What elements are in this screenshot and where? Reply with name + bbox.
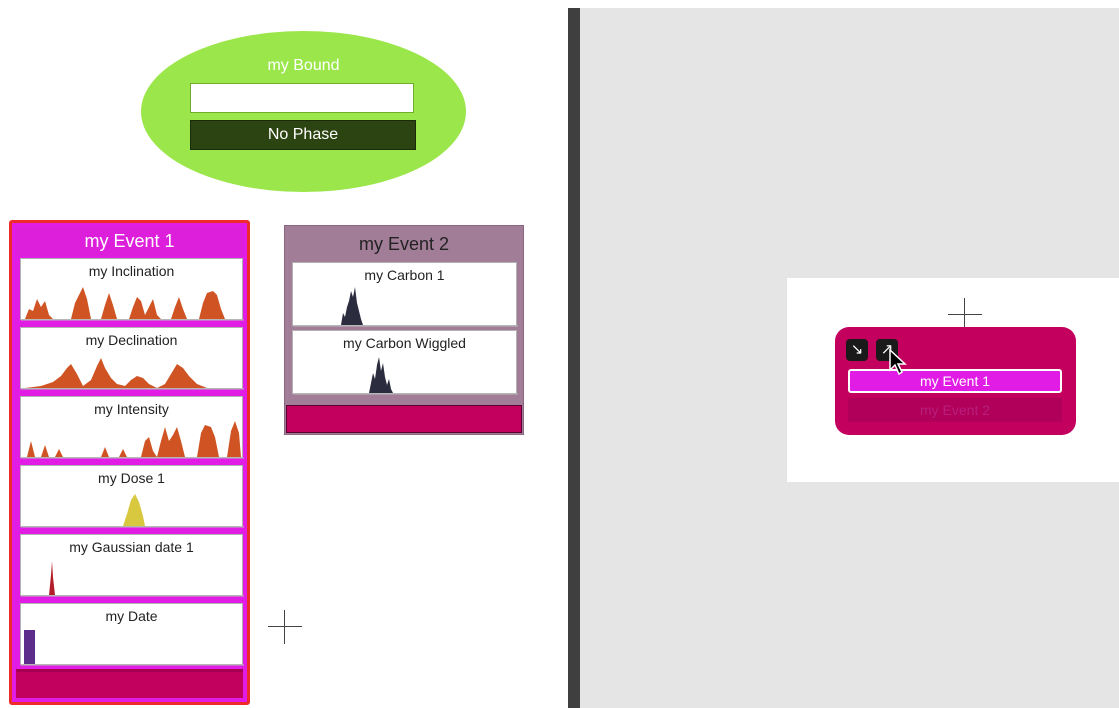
overview-item-event-2[interactable]: my Event 2 (848, 398, 1062, 422)
event-2-title: my Event 2 (358, 234, 450, 254)
bound-value-input[interactable] (190, 83, 414, 113)
density-plot (293, 287, 518, 327)
bound-title: my Bound (267, 57, 340, 74)
overview-item-event-1[interactable]: my Event 1 (848, 369, 1062, 393)
date-gaussian-1[interactable]: my Gaussian date 1 (20, 534, 244, 597)
splitter[interactable] (568, 8, 580, 708)
event-2-footer[interactable] (286, 405, 522, 433)
event-1-title: my Event 1 (16, 226, 243, 256)
date-intensity[interactable]: my Intensity (20, 396, 244, 459)
density-plot (21, 358, 244, 390)
bound-item[interactable]: my Bound No Phase (141, 31, 466, 192)
date-my-date[interactable]: my Date (20, 603, 244, 666)
density-plot (21, 494, 244, 528)
date-dose-1[interactable]: my Dose 1 (20, 465, 244, 528)
date-carbon-wiggled[interactable]: my Carbon Wiggled (292, 330, 518, 395)
mouse-cursor-icon (889, 348, 907, 376)
date-carbon-1[interactable]: my Carbon 1 (292, 262, 518, 327)
overview-event-card[interactable]: ↘ ↗ my Event 1 my Event 2 (835, 327, 1076, 435)
phase-button[interactable]: No Phase (190, 120, 416, 150)
density-plot (21, 421, 244, 459)
collapse-icon[interactable]: ↘ (846, 339, 868, 361)
density-plot (21, 630, 244, 666)
crosshair-icon (268, 610, 302, 644)
event-1-footer[interactable] (16, 669, 243, 698)
event-1-card[interactable]: my Event 1 my Inclination my Declination… (9, 220, 250, 705)
density-plot (293, 357, 518, 395)
density-plot (21, 561, 244, 597)
density-plot (21, 287, 244, 321)
date-inclination[interactable]: my Inclination (20, 258, 244, 321)
date-declination[interactable]: my Declination (20, 327, 244, 390)
event-2-card[interactable]: my Event 2 my Carbon 1 my Carbon Wiggled (284, 225, 524, 435)
